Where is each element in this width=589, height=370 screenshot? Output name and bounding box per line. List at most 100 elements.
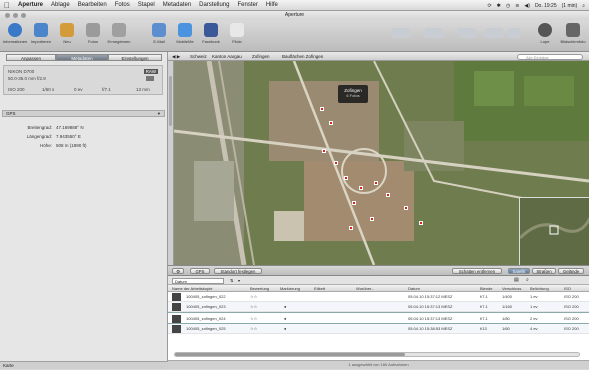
wifi-icon[interactable]: ≋ xyxy=(515,3,519,9)
toolbar-import-button[interactable]: Importieren xyxy=(28,23,54,44)
toolbar-share-button[interactable]: Ermegebnen xyxy=(106,23,132,44)
map-pin[interactable] xyxy=(419,221,423,225)
toolbar-loupe-button[interactable]: Lupe xyxy=(532,23,558,44)
cell-rating[interactable]: ☆☆ xyxy=(250,324,257,334)
toolbar-facebook-button[interactable]: Facebook xyxy=(198,23,224,44)
column-header-aperture[interactable]: Blende xyxy=(480,285,500,292)
tab-einstellungen[interactable]: Einstellungen xyxy=(108,54,162,61)
streets-button[interactable]: Straßen xyxy=(532,268,556,274)
view-faces-icon[interactable] xyxy=(485,28,503,38)
map-pin[interactable] xyxy=(386,193,390,197)
column-header-exposure[interactable]: Belichtung xyxy=(530,285,560,292)
zoom-icon[interactable] xyxy=(21,13,26,18)
view-browser-icon[interactable] xyxy=(392,28,410,38)
toolbar-new-button[interactable]: Neu xyxy=(54,23,80,44)
sort-select[interactable]: Datum xyxy=(172,277,224,284)
scrollbar-thumb[interactable] xyxy=(175,353,405,356)
toolbar-photos-button[interactable]: Fotos xyxy=(80,23,106,44)
sort-order-icon[interactable]: ⇅ xyxy=(230,278,233,283)
column-header-shutter[interactable]: Verschluss xyxy=(502,285,528,292)
tab-metadaten[interactable]: Metadaten xyxy=(56,54,108,61)
terrain-button[interactable]: Gelände xyxy=(558,268,584,274)
horizontal-scrollbar[interactable] xyxy=(174,352,580,357)
action-gear-icon[interactable]: ⚙ xyxy=(172,268,184,274)
volume-icon[interactable]: ◀) xyxy=(524,3,530,9)
toolbar-fullscreen-button[interactable]: Bildschirmfoto xyxy=(560,23,586,44)
search-input[interactable]: Alle Einträge xyxy=(517,53,583,60)
column-header-iso[interactable]: ISO xyxy=(564,285,584,292)
toolbar-mail-button[interactable]: E-Mail xyxy=(146,23,172,44)
table-row[interactable]: 100405_zofingen_023 ☆☆ ● 05.04.10 15:37:… xyxy=(168,302,589,312)
table-row[interactable]: 100405_zofingen_022 ☆☆ 05.04.10 15:37:12… xyxy=(168,292,589,302)
clock[interactable]: Do. 19:25 xyxy=(535,3,557,9)
cell-rating[interactable]: ☆☆ xyxy=(250,302,257,312)
map-pin[interactable] xyxy=(322,149,326,153)
remove-shadow-button[interactable]: Schatten entfernen xyxy=(452,268,502,274)
cell-flag[interactable]: ● xyxy=(284,302,286,312)
map-pin[interactable] xyxy=(320,107,324,111)
map-overview-inset[interactable] xyxy=(518,197,589,265)
view-split-icon[interactable] xyxy=(458,28,476,38)
table-row-selected[interactable]: 100405_zofingen_024 ☆☆ ● 05.04.10 15:37:… xyxy=(168,312,589,324)
camera-lens: 50.0-35.0 mm f/2.8 xyxy=(8,76,46,81)
map-pin[interactable] xyxy=(370,217,374,221)
gps-section-header[interactable]: GPS ▾ xyxy=(2,110,165,117)
map-pin[interactable] xyxy=(334,161,338,165)
column-header-label[interactable]: Etikett xyxy=(314,285,354,292)
breadcrumb-item[interactable]: Bauflächen Zofingen xyxy=(282,52,323,61)
map-pin[interactable] xyxy=(352,201,356,205)
column-header-keywords[interactable]: Worüber... xyxy=(356,285,406,292)
view-viewer-icon[interactable] xyxy=(425,28,443,38)
time-machine-icon[interactable]: ◷ xyxy=(506,3,510,9)
search-icon[interactable]: ⌕ xyxy=(526,277,529,283)
column-header-date[interactable]: Datum xyxy=(408,285,478,292)
menu-aperture[interactable]: Aperture xyxy=(14,2,47,8)
column-header-rating[interactable]: Bewertung xyxy=(250,285,278,292)
menu-bearbeiten[interactable]: Bearbeiten xyxy=(74,2,111,8)
map-pin[interactable] xyxy=(404,206,408,210)
cell-rating[interactable]: ☆☆ xyxy=(250,292,257,302)
zoom-slider-track[interactable] xyxy=(169,76,172,126)
chevron-down-icon[interactable]: ▾ xyxy=(158,111,160,117)
menu-hilfe[interactable]: Hilfe xyxy=(262,2,282,8)
table-row[interactable]: 100405_zofingen_025 ☆☆ ● 05.04.10 15:38:… xyxy=(168,324,589,334)
map-view[interactable]: Zofingen 6 Fotos xyxy=(174,61,589,265)
column-header-name[interactable]: Name der Arbeitskopie xyxy=(172,285,244,292)
menu-ablage[interactable]: Ablage xyxy=(47,2,74,8)
tab-anpassen[interactable]: Anpassen xyxy=(6,54,56,61)
toolbar-flickr-button[interactable]: Flickr xyxy=(224,23,250,44)
map-location-tooltip[interactable]: Zofingen 6 Fotos xyxy=(338,85,368,103)
minimize-icon[interactable] xyxy=(13,13,18,18)
map-pin[interactable] xyxy=(344,176,348,180)
breadcrumb-item[interactable]: Schweiz xyxy=(190,52,207,61)
breadcrumb-item[interactable]: Kanton Aargau xyxy=(212,52,242,61)
back-icon[interactable]: ◀ ▶ xyxy=(172,52,180,61)
sync-icon[interactable]: ⟳ xyxy=(487,3,491,9)
gps-altitude-label: Höhe: xyxy=(39,143,52,148)
menu-fenster[interactable]: Fenster xyxy=(233,2,261,8)
menu-darstellung[interactable]: Darstellung xyxy=(195,2,233,8)
apple-menu-icon[interactable]:  xyxy=(0,1,14,10)
list-view-icon[interactable]: ▤ xyxy=(514,277,519,283)
map-pin[interactable] xyxy=(374,181,378,185)
map-pin[interactable] xyxy=(359,186,363,190)
battery-label[interactable]: (1 min) xyxy=(562,3,578,9)
set-location-button[interactable]: Standort festlegen xyxy=(214,268,262,274)
menu-stapel[interactable]: Stapel xyxy=(134,2,159,8)
view-places-icon[interactable] xyxy=(508,28,520,38)
menu-fotos[interactable]: Fotos xyxy=(111,2,134,8)
sort-direction-icon[interactable]: ▾ xyxy=(238,278,240,283)
satellite-button[interactable]: Satellit xyxy=(508,268,530,274)
toolbar-mobileme-button[interactable]: MobileMe xyxy=(172,23,198,44)
column-header-flag[interactable]: Markierung xyxy=(280,285,310,292)
bluetooth-icon[interactable]: ✱ xyxy=(497,3,501,9)
map-pin[interactable] xyxy=(329,121,333,125)
toolbar-info-button[interactable]: Informationen xyxy=(2,23,28,44)
map-pin[interactable] xyxy=(349,226,353,230)
cell-flag[interactable]: ● xyxy=(284,324,286,334)
close-icon[interactable] xyxy=(5,13,10,18)
menu-metadaten[interactable]: Metadaten xyxy=(159,2,195,8)
spotlight-icon[interactable]: ⌕ xyxy=(582,3,585,9)
breadcrumb-item[interactable]: Zofingen xyxy=(252,52,270,61)
gps-button[interactable]: GPS xyxy=(190,268,210,274)
